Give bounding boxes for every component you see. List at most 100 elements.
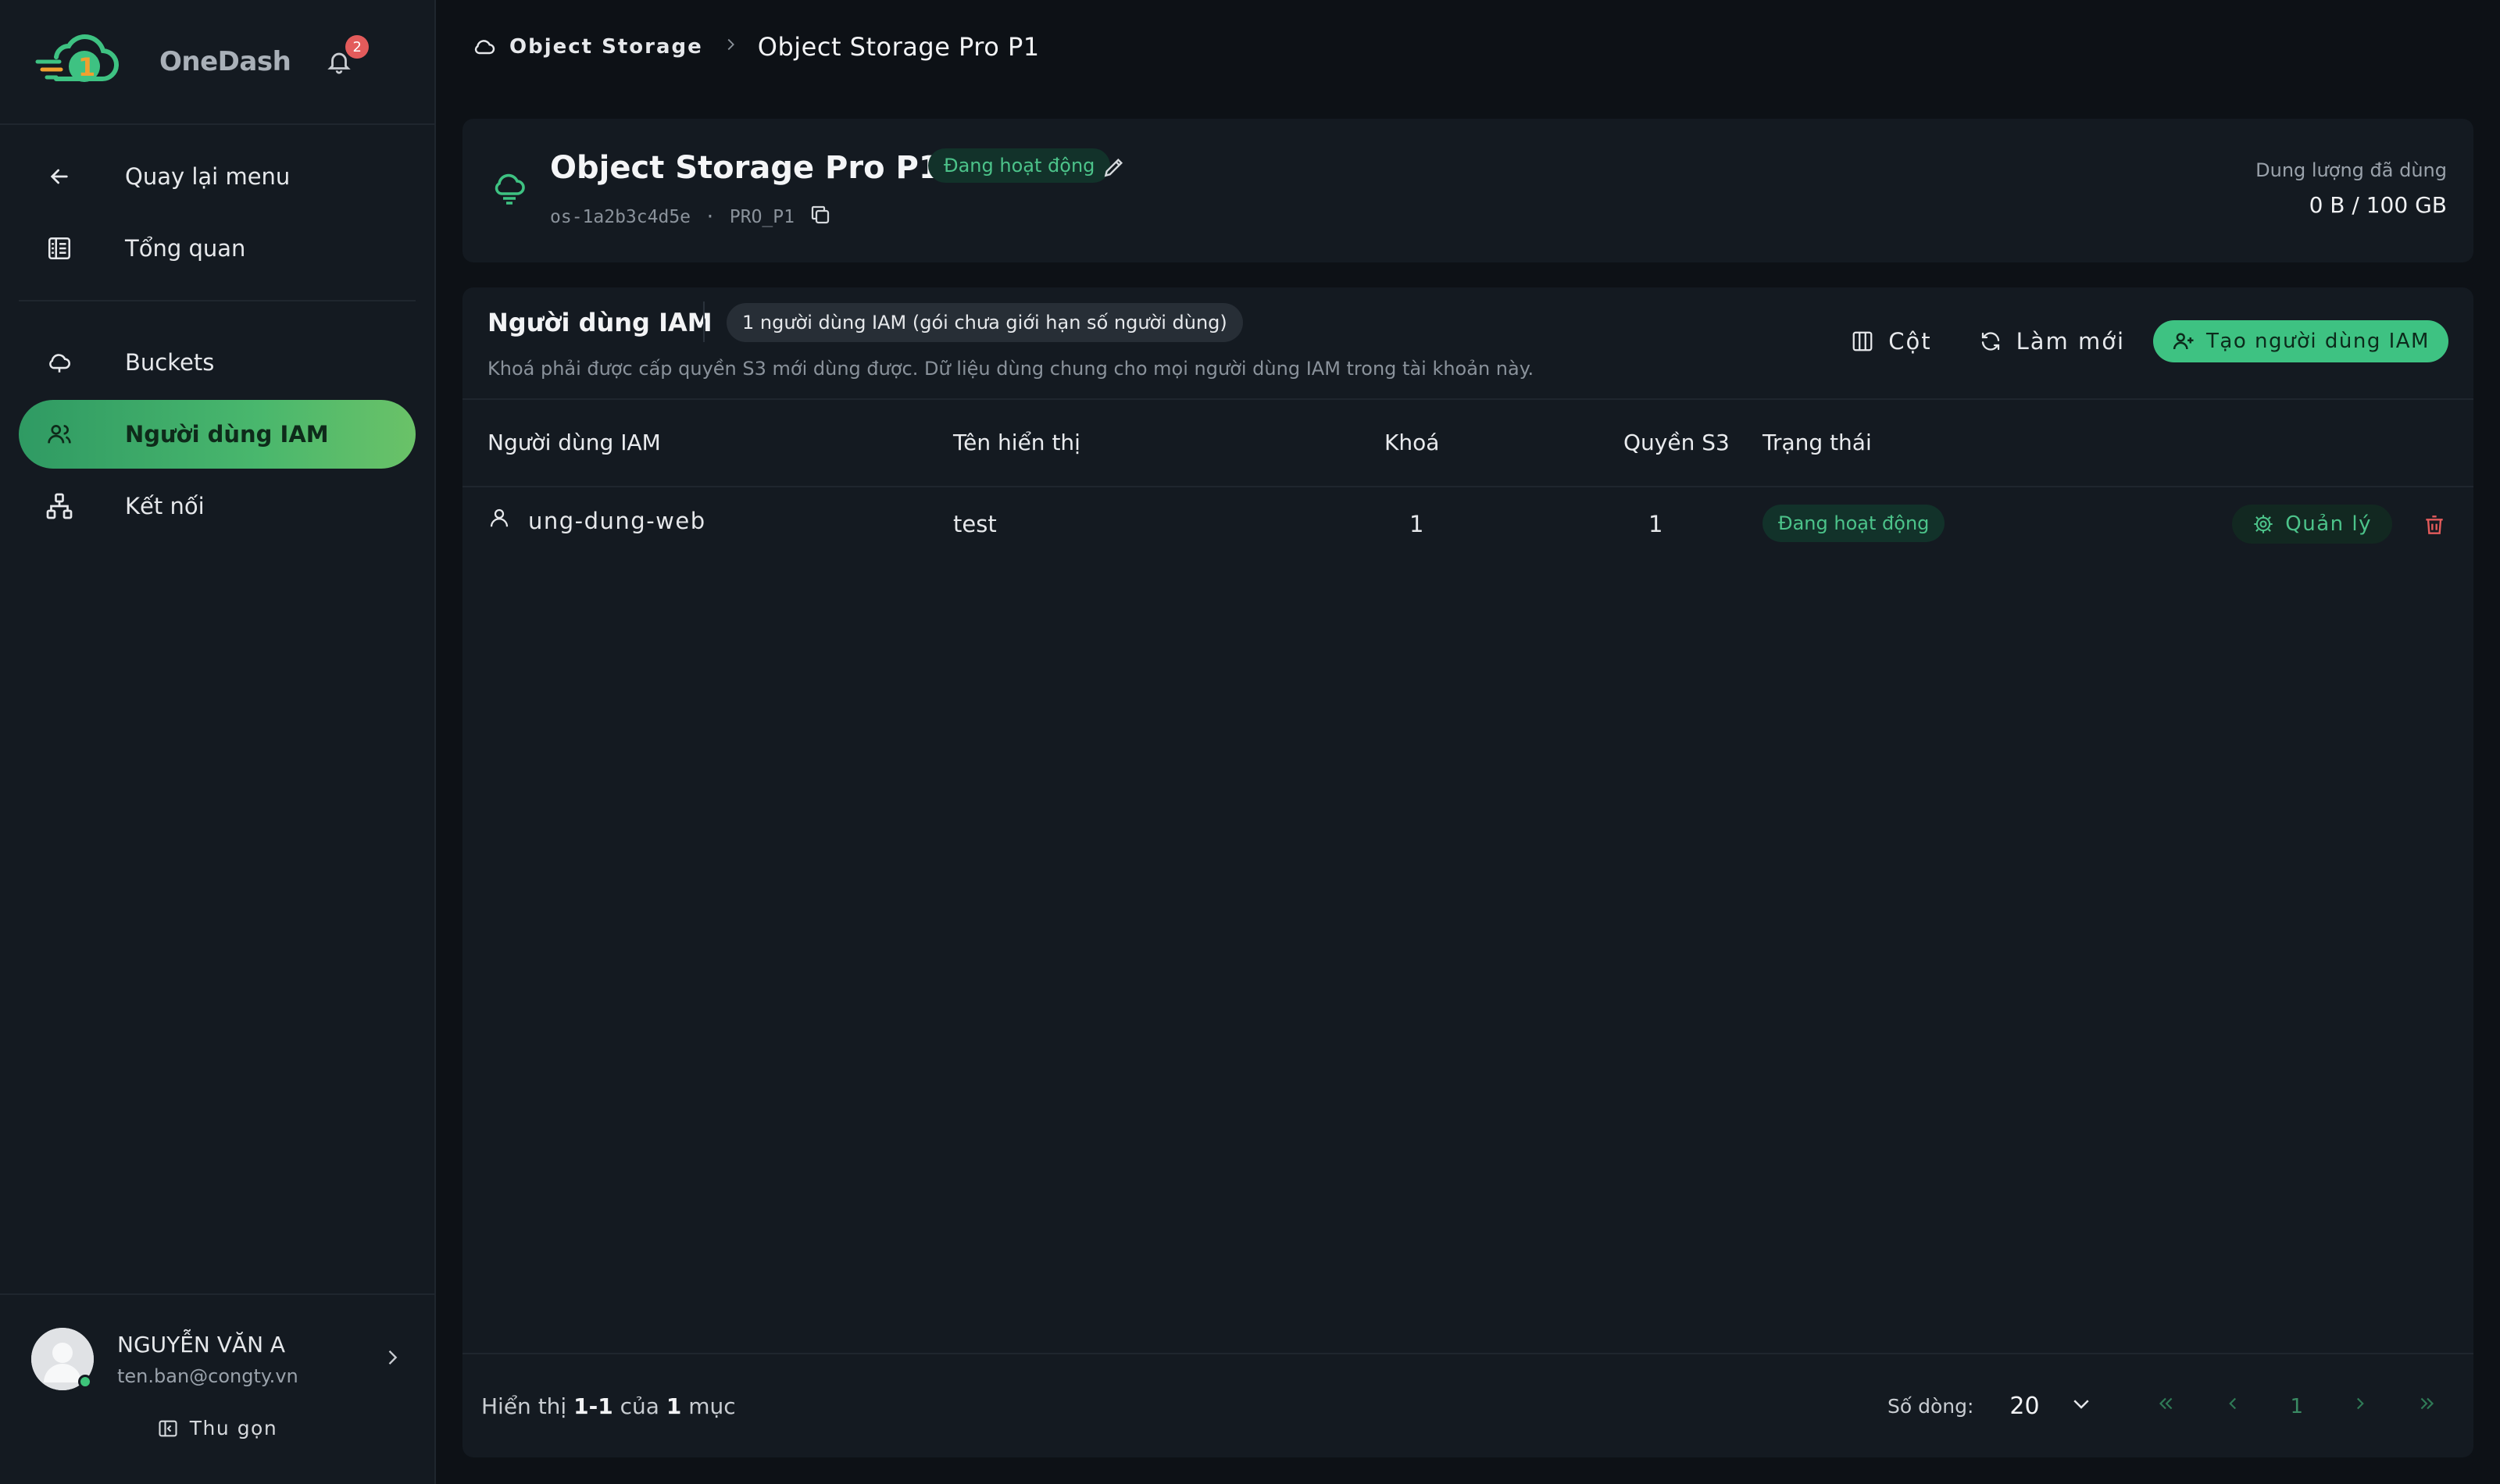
avatar (31, 1328, 94, 1390)
usage-value: 0 B / 100 GB (2309, 192, 2447, 218)
table-footer: Hiển thị 1-1 của 1 mục Số dòng: 20 1 (462, 1353, 2473, 1457)
meta-separator: · (705, 207, 716, 227)
sidebar-nav: Quay lại menu Tổng quan Buckets Người dù… (0, 125, 434, 540)
column-header-user[interactable]: Người dùng IAM (488, 430, 661, 455)
sidebar-item-label: Quay lại menu (125, 163, 291, 190)
breadcrumb-root-link[interactable]: Object Storage (509, 35, 703, 59)
delete-button[interactable] (2422, 512, 2447, 540)
iam-card-header: Người dùng IAM 1 người dùng IAM (gói chư… (462, 287, 2473, 400)
app-name: OneDash (159, 46, 291, 77)
user-name: NGUYỄN VĂN A (117, 1331, 286, 1357)
cloud-icon (491, 169, 528, 209)
table-header: Người dùng IAM Tên hiển thị Khoá Quyền S… (462, 400, 2473, 487)
user-plus-icon (2173, 333, 2194, 350)
brand: 1 OneDash 2 (0, 0, 434, 125)
arrow-left-icon (19, 164, 97, 189)
pagination: 1 (2155, 1393, 2438, 1419)
chevron-down-icon[interactable] (2070, 1392, 2093, 1420)
table-actions: Cột Làm mới Tạo người dùng IAM (1851, 320, 2448, 362)
onedash-logo[interactable]: 1 (33, 30, 131, 93)
rows-per-page: Số dòng: 20 (1888, 1392, 2093, 1420)
user-count-badge: 1 người dùng IAM (gói chưa giới hạn số n… (727, 303, 1243, 342)
cell-display-name: test (953, 511, 997, 537)
current-page[interactable]: 1 (2290, 1395, 2303, 1418)
column-header-status[interactable]: Trạng thái (1762, 430, 1872, 455)
pencil-icon (1104, 158, 1123, 177)
columns-label: Cột (1888, 328, 1932, 355)
first-page-icon[interactable] (2155, 1393, 2176, 1419)
user-email: ten.ban@congty.vn (117, 1364, 298, 1387)
overview-icon (19, 235, 97, 262)
summary-unit: mục (688, 1393, 736, 1419)
next-page-icon[interactable] (2350, 1393, 2370, 1419)
breadcrumb-current: Object Storage Pro P1 (757, 32, 1040, 62)
rows-per-page-label: Số dòng: (1888, 1394, 1974, 1418)
sidebar-item-label: Tổng quan (125, 235, 246, 262)
status-badge: Đang hoạt động (928, 148, 1111, 183)
refresh-label: Làm mới (2016, 328, 2126, 355)
nav-divider (19, 300, 416, 301)
sidebar-item-label: Người dùng IAM (125, 421, 329, 448)
manage-label: Quản lý (2285, 512, 2372, 536)
header-divider (703, 301, 705, 342)
columns-icon (1852, 331, 1873, 351)
notification-bell[interactable]: 2 (323, 35, 370, 77)
cell-s3-permissions: 1 (1648, 511, 1663, 537)
sidebar-item-buckets[interactable]: Buckets (19, 328, 416, 397)
users-icon (19, 421, 97, 448)
sidebar-item-label: Buckets (125, 349, 215, 376)
iam-users-card: Người dùng IAM 1 người dùng IAM (gói chư… (462, 287, 2473, 1457)
app-root: 1 OneDash 2 Quay lại menu Tổng quan Buck… (0, 0, 2500, 1484)
network-icon (19, 492, 97, 520)
breadcrumb: Object Storage Object Storage Pro P1 (436, 0, 2500, 94)
collapse-sidebar-button[interactable]: Thu gọn (0, 1417, 434, 1439)
refresh-button[interactable]: Làm mới (1979, 328, 2125, 355)
sidebar-item-iam-users[interactable]: Người dùng IAM (19, 400, 416, 469)
svg-text:1: 1 (78, 52, 95, 82)
sidebar-item-back[interactable]: Quay lại menu (19, 142, 416, 211)
notification-badge: 2 (345, 35, 370, 59)
gear-icon (2254, 515, 2273, 533)
create-iam-user-button[interactable]: Tạo người dùng IAM (2153, 320, 2448, 362)
online-indicator (78, 1375, 92, 1389)
summary-range: 1-1 (573, 1393, 613, 1419)
cell-iam-user[interactable]: ung-dung-web (528, 508, 706, 534)
main-content: Object Storage Object Storage Pro P1 Obj… (436, 0, 2500, 1484)
usage-label: Dung lượng đã dùng (2255, 159, 2447, 181)
collapse-label: Thu gọn (189, 1417, 278, 1439)
copy-button[interactable] (809, 203, 832, 231)
chevron-right-icon (381, 1347, 403, 1372)
user-menu-trigger[interactable]: NGUYỄN VĂN A ten.ban@congty.vn (0, 1295, 434, 1390)
cell-status: Đang hoạt động (1762, 505, 1945, 542)
sidebar: 1 OneDash 2 Quay lại menu Tổng quan Buck… (0, 0, 436, 1484)
column-header-keys[interactable]: Khoá (1384, 430, 1439, 455)
sidebar-item-connections[interactable]: Kết nối (19, 472, 416, 540)
user-profile: NGUYỄN VĂN A ten.ban@congty.vn Thu gọn (0, 1293, 434, 1484)
copy-icon (811, 205, 830, 224)
last-page-icon[interactable] (2417, 1393, 2438, 1419)
summary-prefix: Hiển thị (481, 1393, 567, 1419)
columns-button[interactable]: Cột (1851, 328, 1931, 355)
breadcrumb-separator-icon (722, 35, 739, 59)
pagination-summary: Hiển thị 1-1 của 1 mục (481, 1393, 736, 1419)
column-header-display-name[interactable]: Tên hiển thị (953, 430, 1080, 455)
summary-of: của (620, 1393, 659, 1419)
sidebar-collapse-icon (159, 1420, 177, 1436)
section-description: Khoá phải được cấp quyền S3 mới dùng đượ… (488, 358, 1534, 380)
sidebar-item-overview[interactable]: Tổng quan (19, 214, 416, 283)
prev-page-icon[interactable] (2223, 1393, 2243, 1419)
cell-keys: 1 (1409, 511, 1424, 537)
sidebar-item-label: Kết nối (125, 493, 205, 519)
section-title: Người dùng IAM (488, 308, 712, 337)
user-icon (488, 506, 511, 535)
user-info: NGUYỄN VĂN A ten.ban@congty.vn (117, 1332, 381, 1387)
edit-name-button[interactable] (1102, 155, 1127, 183)
manage-button[interactable]: Quản lý (2232, 505, 2392, 544)
status-badge: Đang hoạt động (1762, 505, 1945, 542)
column-header-s3-permissions[interactable]: Quyền S3 (1623, 430, 1730, 455)
summary-total: 1 (666, 1393, 682, 1419)
trash-icon (2426, 515, 2443, 534)
create-iam-user-label: Tạo người dùng IAM (2206, 330, 2430, 353)
rows-per-page-select[interactable]: 20 (2009, 1393, 2039, 1420)
page-title: Object Storage Pro P1 (550, 150, 941, 186)
